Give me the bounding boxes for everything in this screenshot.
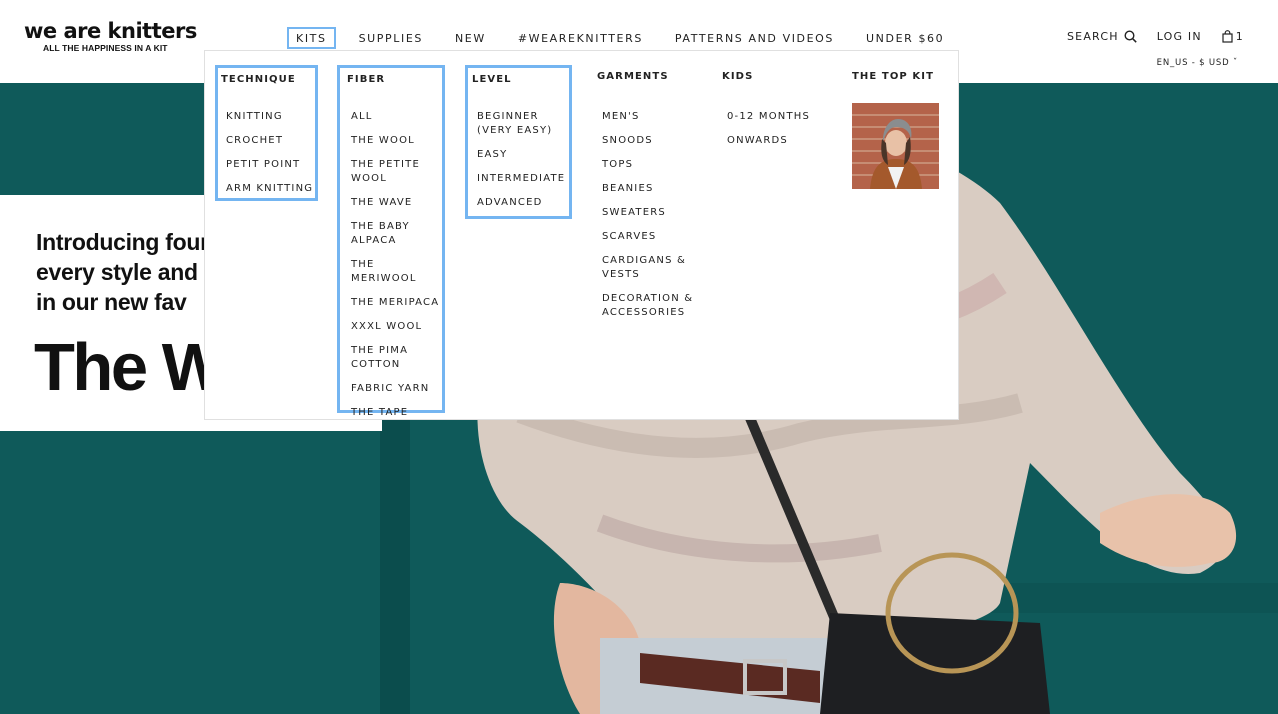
- menu-item-beanies[interactable]: BEANIES: [602, 182, 702, 196]
- level-list: BEGINNER (VERY EASY) EASY INTERMEDIATE A…: [477, 110, 569, 220]
- cart-count: 1: [1235, 30, 1244, 43]
- menu-item-scarves[interactable]: SCARVES: [602, 230, 702, 244]
- menu-item-the-wool[interactable]: THE WOOL: [351, 134, 443, 148]
- menu-item-crochet[interactable]: CROCHET: [226, 134, 313, 148]
- menu-item-arm-knitting[interactable]: ARM KNITTING: [226, 182, 313, 196]
- hero-headline-line-3: in our new fav: [36, 289, 187, 315]
- hero-headline-line-1: Introducing four: [36, 229, 209, 255]
- menu-item-the-baby-alpaca[interactable]: THE BABY ALPACA: [351, 220, 443, 248]
- garments-list: MEN'S SNOODS TOPS BEANIES SWEATERS SCARV…: [602, 110, 702, 330]
- menu-item-easy[interactable]: EASY: [477, 148, 569, 162]
- menu-item-onwards[interactable]: ONWARDS: [727, 134, 827, 148]
- fiber-title: FIBER: [347, 74, 386, 85]
- menu-item-all[interactable]: ALL: [351, 110, 443, 124]
- menu-item-the-pima-cotton[interactable]: THE PIMA COTTON: [351, 344, 443, 372]
- cart-icon: [1222, 30, 1233, 43]
- kids-list: 0-12 MONTHS ONWARDS: [727, 110, 827, 158]
- menu-item-tops[interactable]: TOPS: [602, 158, 702, 172]
- menu-column-top-kit: THE TOP KIT: [852, 65, 952, 95]
- level-title: LEVEL: [472, 74, 512, 85]
- garments-title: GARMENTS: [597, 71, 669, 82]
- menu-column-fiber: FIBER ALL THE WOOL THE PETITE WOOL THE W…: [337, 65, 445, 418]
- menu-column-technique: TECHNIQUE KNITTING CROCHET PETIT POINT A…: [215, 65, 318, 201]
- hero-headline-line-2: every style and: [36, 259, 198, 285]
- top-kit-title: THE TOP KIT: [852, 71, 935, 82]
- menu-item-mens[interactable]: MEN'S: [602, 110, 702, 124]
- login-link[interactable]: LOG IN: [1157, 30, 1202, 43]
- menu-column-kids: KIDS 0-12 MONTHS ONWARDS: [722, 65, 832, 175]
- menu-item-xxxl-wool[interactable]: XXXL WOOL: [351, 320, 443, 334]
- menu-item-the-wave[interactable]: THE WAVE: [351, 196, 443, 210]
- menu-item-the-tape[interactable]: THE TAPE: [351, 406, 443, 420]
- utility-nav: SEARCH LOG IN 1: [1067, 30, 1244, 43]
- menu-item-decoration-accessories[interactable]: DECORATION & ACCESSORIES: [602, 292, 702, 320]
- locale-selector[interactable]: EN_US - $ USD ˇ: [1157, 58, 1238, 68]
- menu-item-sweaters[interactable]: SWEATERS: [602, 206, 702, 220]
- kits-mega-menu: TECHNIQUE KNITTING CROCHET PETIT POINT A…: [204, 50, 959, 420]
- nav-supplies[interactable]: SUPPLIES: [350, 27, 432, 49]
- search-button[interactable]: SEARCH: [1067, 30, 1137, 43]
- search-label: SEARCH: [1066, 30, 1119, 43]
- menu-item-intermediate[interactable]: INTERMEDIATE: [477, 172, 569, 186]
- chevron-down-icon: ˇ: [1232, 58, 1238, 68]
- menu-item-the-meriwool[interactable]: THE MERIWOOL: [351, 258, 443, 286]
- nav-new[interactable]: NEW: [446, 27, 495, 49]
- search-icon: [1124, 30, 1137, 43]
- technique-title: TECHNIQUE: [221, 74, 296, 85]
- main-nav: KITS SUPPLIES NEW #WEAREKNITTERS PATTERN…: [287, 27, 967, 49]
- brand-tagline: ALL THE HAPPINESS IN A KIT: [43, 43, 168, 53]
- nav-patterns-and-videos[interactable]: PATTERNS AND VIDEOS: [666, 27, 843, 49]
- brand-name: we are knitters: [24, 19, 197, 43]
- cart-button[interactable]: 1: [1222, 30, 1244, 43]
- menu-column-level: LEVEL BEGINNER (VERY EASY) EASY INTERMED…: [465, 65, 572, 219]
- brand-logo[interactable]: we are knitters ALL THE HAPPINESS IN A K…: [24, 19, 197, 54]
- menu-item-knitting[interactable]: KNITTING: [226, 110, 313, 124]
- locale-label: EN_US - $ USD: [1156, 58, 1230, 68]
- menu-item-fabric-yarn[interactable]: FABRIC YARN: [351, 382, 443, 396]
- top-kit-image[interactable]: [852, 103, 939, 189]
- kids-title: KIDS: [722, 71, 754, 82]
- menu-column-garments: GARMENTS MEN'S SNOODS TOPS BEANIES SWEAT…: [597, 65, 707, 335]
- hero-title: The W: [34, 330, 225, 405]
- nav-kits[interactable]: KITS: [287, 27, 336, 49]
- menu-item-the-meripaca[interactable]: THE MERIPACA: [351, 296, 443, 310]
- menu-item-snoods[interactable]: SNOODS: [602, 134, 702, 148]
- menu-item-0-12-months[interactable]: 0-12 MONTHS: [727, 110, 827, 124]
- nav-under-60[interactable]: UNDER $60: [857, 27, 953, 49]
- fiber-list: ALL THE WOOL THE PETITE WOOL THE WAVE TH…: [351, 110, 443, 430]
- menu-item-petit-point[interactable]: PETIT POINT: [226, 158, 313, 172]
- nav-weareknitters[interactable]: #WEAREKNITTERS: [509, 27, 652, 49]
- menu-item-beginner[interactable]: BEGINNER (VERY EASY): [477, 110, 569, 138]
- technique-list: KNITTING CROCHET PETIT POINT ARM KNITTIN…: [226, 110, 313, 206]
- menu-item-cardigans-vests[interactable]: CARDIGANS & VESTS: [602, 254, 702, 282]
- menu-item-the-petite-wool[interactable]: THE PETITE WOOL: [351, 158, 443, 186]
- menu-item-advanced[interactable]: ADVANCED: [477, 196, 569, 210]
